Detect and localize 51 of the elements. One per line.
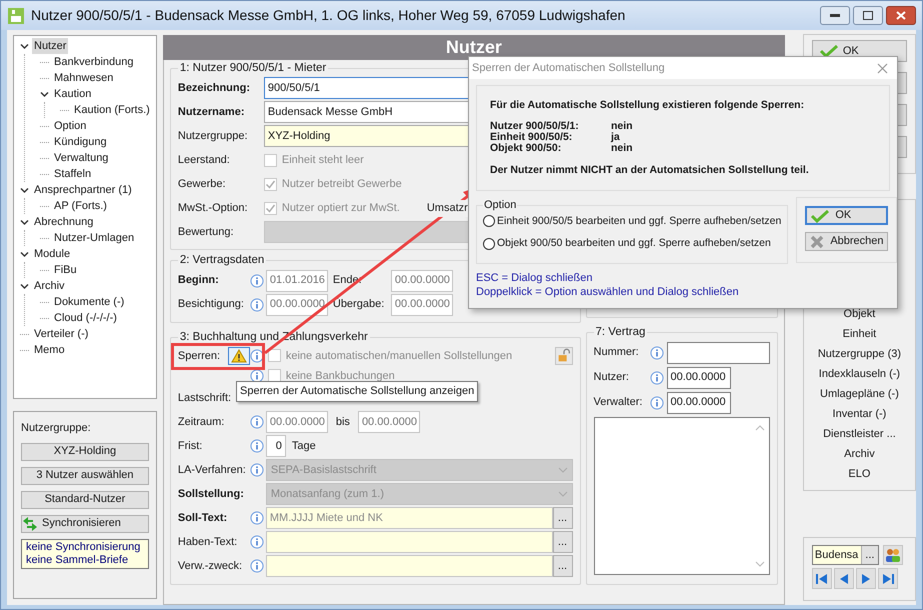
checkbox-label: Einheit steht leer [282,153,364,168]
page-title: Nutzer [446,36,502,59]
section-title: 1: Nutzer 900/50/5/1 - Mieter [178,61,328,76]
field-label: Sollstellung: [178,486,245,502]
checkbox-label: Nutzer betreibt Gewerbe [282,177,402,192]
field-label: Umsatzr [426,200,468,216]
checkbox-label: Nutzer optiert zur MwSt. [282,201,400,216]
group-title: Option [483,198,518,213]
field-label: Besichtigung: [178,297,245,312]
section-title: 7: Vertrag [594,325,646,340]
lock-label: Einheit 900/50/5: [490,132,574,143]
dialog-heading: Für die Automatische Sollstellung existieren folgende Sperren: [490,100,806,111]
field-label: Nutzergruppe: [178,129,249,144]
radio-label: Objekt 900/50 bearbeiten und ggf. Sperre aufheben/setzen [497,236,771,252]
sync-note: keine Synchronisierung keine Sammel-Briefe [21,538,149,568]
field-label: Leerstand: [178,153,231,168]
field-label: Nutzer: [594,370,630,386]
field-label: Zeitraum: [178,414,226,430]
lock-value: nein [611,143,633,154]
lock-value: nein [611,121,633,132]
field-label: Gewerbe: [178,177,227,192]
field-label: bis [336,414,350,430]
field-label: Beginn: [178,273,220,288]
radio-label: Einheit 900/50/5 bearbeiten und ggf. Sperre aufheben/setzen [497,214,782,228]
lock-value: ja [611,132,620,143]
field-label: Frist: [178,438,204,454]
field-label: Sperren: [178,348,222,364]
field-label: Tage [292,438,316,454]
field-label: Nummer: [594,345,640,360]
checkbox-label: keine Bankbuchungen [286,368,395,384]
field-label: LA-Verfahren: [178,462,247,478]
panel-label: Nutzergruppe: [21,421,92,436]
section-title: 2: Vertragsdaten [178,253,266,268]
checkbox-label: keine automatischen/manuellen Sollstellungen [286,348,512,364]
tooltip: Sperren der Automatische Sollstellung anzeigen [236,381,478,402]
field-label: Übergabe: [332,297,386,312]
hint-text: Doppelklick = Option auswählen und Dialog schließen [476,285,740,299]
lock-label: Nutzer 900/50/5/1: [490,121,580,132]
field-label: Haben-Text: [178,534,238,550]
field-label: MwSt.-Option: [178,201,249,216]
window-title: Nutzer 900/50/5/1 - Budensack Messe GmbH, 1. OG links, Hoher Weg 59, 67059 Ludwigshafen [31,6,626,25]
field-label: Verw.-zweck: [178,558,244,574]
field-label: Bezeichnung: [178,81,251,96]
dialog-statement: Der Nutzer nimmt NICHT an der Automatsichen Sollstellung teil. [490,165,810,176]
field-label: Bewertung: [178,225,235,240]
field-label: Nutzername: [178,105,246,120]
field-label: Soll-Text: [178,510,228,526]
dialog-title: Sperren der Automatischen Sollstellung [472,60,665,76]
field-label: Verwalter: [594,395,644,410]
hint-text: ESC = Dialog schließen [476,271,594,285]
lock-label: Objekt 900/50: [490,143,562,154]
